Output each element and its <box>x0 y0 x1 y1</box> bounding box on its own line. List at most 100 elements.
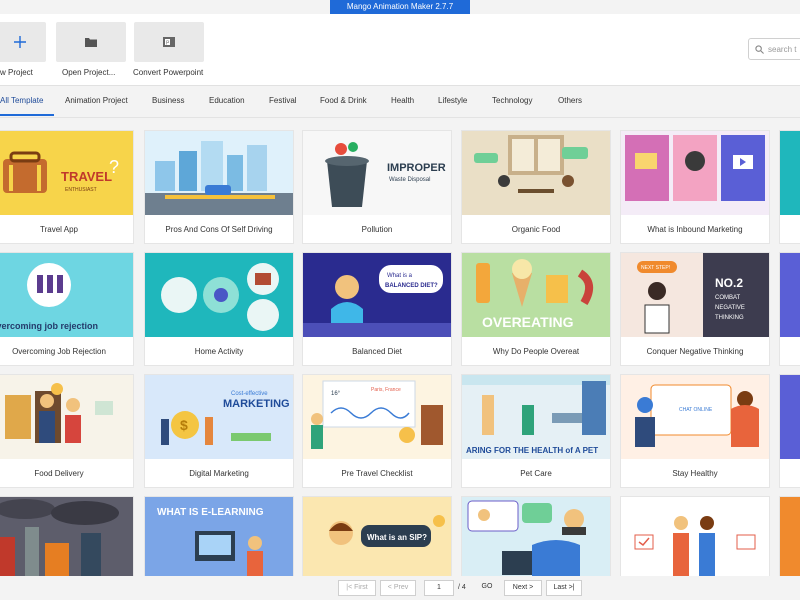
new-project-label: w Project <box>0 68 33 77</box>
template-card[interactable]: OVEREATING Why Do People Overeat <box>461 252 611 366</box>
template-card[interactable]: overcoming job rejection Overcoming Job … <box>0 252 134 366</box>
new-project-button[interactable] <box>0 22 46 62</box>
tab-education[interactable]: Education <box>209 96 245 105</box>
template-thumbnail <box>780 497 800 576</box>
thumb-text: WHAT IS E-LEARNING <box>157 507 264 518</box>
template-card[interactable]: What is Inbound Marketing <box>620 130 770 244</box>
prev-page-button[interactable]: < Prev <box>380 580 416 596</box>
svg-text:Paris, France: Paris, France <box>371 387 401 393</box>
template-title: Overcoming Job Rejection <box>12 347 106 356</box>
app-title: Mango Animation Maker 2.7.7 <box>330 0 470 14</box>
open-project-label: Open Project... <box>62 68 116 77</box>
template-thumbnail <box>145 253 293 337</box>
template-card-partial[interactable] <box>779 496 800 576</box>
template-title: Travel App <box>40 225 78 234</box>
template-thumbnail <box>0 375 133 459</box>
template-card[interactable]: Food Delivery <box>0 374 134 488</box>
template-card[interactable]: CHAT ONLINE Stay Healthy <box>620 374 770 488</box>
tab-health[interactable]: Health <box>391 96 414 105</box>
svg-text:Waste Disposal: Waste Disposal <box>389 177 430 183</box>
svg-text:ENTHUSIAST: ENTHUSIAST <box>65 187 97 193</box>
template-card[interactable]: ARING FOR THE HEALTH of A PET Pet Care <box>461 374 611 488</box>
template-title: Home Activity <box>194 347 244 356</box>
template-thumbnail <box>780 131 800 215</box>
tab-business[interactable]: Business <box>152 96 184 105</box>
template-grid: TRAVEL ENTHUSIAST ? Travel App Pros And … <box>0 118 800 576</box>
powerpoint-icon: P <box>163 37 175 47</box>
svg-text:?: ? <box>109 157 119 177</box>
template-thumbnail <box>780 375 800 459</box>
template-card[interactable]: Home Activity <box>144 252 294 366</box>
thumb-text: TRAVEL <box>61 169 112 184</box>
folder-icon <box>85 38 97 47</box>
svg-text:$: $ <box>180 417 188 433</box>
toolbar: w Project Open Project... P Convert Powe… <box>0 14 800 86</box>
search-icon <box>755 44 764 54</box>
tab-others[interactable]: Others <box>558 96 582 105</box>
template-card[interactable]: Organic Food <box>461 130 611 244</box>
category-tabs: All Template Animation Project Business … <box>0 86 800 118</box>
template-card[interactable]: TRAVEL ENTHUSIAST ? Travel App <box>0 130 134 244</box>
thumb-text: ARING FOR THE HEALTH of A PET <box>466 446 598 455</box>
title-bar: Mango Animation Maker 2.7.7 <box>0 0 800 14</box>
page-total: / 4 <box>458 584 466 591</box>
template-card[interactable]: WHAT IS E-LEARNING <box>144 496 294 576</box>
svg-text:CHAT ONLINE: CHAT ONLINE <box>679 407 713 413</box>
tab-all-template[interactable]: All Template <box>0 96 43 105</box>
plus-icon <box>14 36 26 48</box>
search-input[interactable]: search t <box>768 45 796 54</box>
template-title: Food Delivery <box>34 469 84 478</box>
template-card[interactable]: What is an SIP? <box>302 496 452 576</box>
template-card[interactable]: Cost-effective MARKETING $ Digital Marke… <box>144 374 294 488</box>
template-thumbnail: 16° Paris, France <box>303 375 451 459</box>
template-thumbnail: NEXT STEP! NO.2 COMBAT NEGATIVE THINKING <box>621 253 769 337</box>
template-thumbnail: TRAVEL ENTHUSIAST ? <box>0 131 133 215</box>
tab-food-drink[interactable]: Food & Drink <box>320 96 367 105</box>
next-page-button[interactable]: Next > <box>504 580 542 596</box>
template-title: Pet Care <box>520 469 552 478</box>
page-number-input[interactable]: 1 <box>424 580 454 596</box>
template-card[interactable]: 16° Paris, France Pre Travel Checklist <box>302 374 452 488</box>
template-card[interactable] <box>620 496 770 576</box>
template-card[interactable]: Pros And Cons Of Self Driving <box>144 130 294 244</box>
svg-text:THINKING: THINKING <box>715 315 744 321</box>
thumb-text: IMPROPER <box>387 162 446 174</box>
tab-festival[interactable]: Festival <box>269 96 297 105</box>
template-card-partial[interactable] <box>779 130 800 244</box>
template-card[interactable]: NEXT STEP! NO.2 COMBAT NEGATIVE THINKING… <box>620 252 770 366</box>
template-card-partial[interactable] <box>779 374 800 488</box>
template-thumbnail: WHAT IS E-LEARNING <box>145 497 293 576</box>
template-thumbnail: What is a BALANCED DIET? <box>303 253 451 337</box>
svg-text:NEXT STEP!: NEXT STEP! <box>641 265 670 271</box>
thumb-text: OVEREATING <box>482 314 574 330</box>
last-page-button[interactable]: Last >| <box>546 580 582 596</box>
template-thumbnail <box>462 497 610 576</box>
tab-technology[interactable]: Technology <box>492 96 532 105</box>
template-card-partial[interactable] <box>779 252 800 366</box>
template-thumbnail <box>462 131 610 215</box>
template-card[interactable]: What is a BALANCED DIET? Balanced Diet <box>302 252 452 366</box>
svg-text:COMBAT: COMBAT <box>715 295 741 301</box>
template-card[interactable]: IMPROPER Waste Disposal Pollution <box>302 130 452 244</box>
go-button[interactable]: GO <box>476 580 498 596</box>
first-page-button[interactable]: |< First <box>338 580 376 596</box>
tab-lifestyle[interactable]: Lifestyle <box>438 96 467 105</box>
search-box[interactable]: search t <box>748 38 800 60</box>
template-title: Why Do People Overeat <box>492 347 580 356</box>
pagination: |< First < Prev 1 / 4 GO Next > Last >| <box>0 576 800 600</box>
template-title: What is Inbound Marketing <box>647 225 743 234</box>
template-title: Balanced Diet <box>352 347 402 356</box>
template-card[interactable] <box>0 496 134 576</box>
convert-powerpoint-button[interactable]: P <box>134 22 204 62</box>
thumb-text: overcoming job rejection <box>0 321 98 331</box>
template-thumbnail <box>780 253 800 337</box>
template-title: Pre Travel Checklist <box>341 469 413 478</box>
template-thumbnail: What is an SIP? <box>303 497 451 576</box>
tab-animation-project[interactable]: Animation Project <box>65 96 128 105</box>
template-title: Organic Food <box>511 225 561 234</box>
template-title: Stay Healthy <box>672 469 718 478</box>
template-card[interactable] <box>461 496 611 576</box>
template-thumbnail: CHAT ONLINE <box>621 375 769 459</box>
template-thumbnail: overcoming job rejection <box>0 253 133 337</box>
open-project-button[interactable] <box>56 22 126 62</box>
